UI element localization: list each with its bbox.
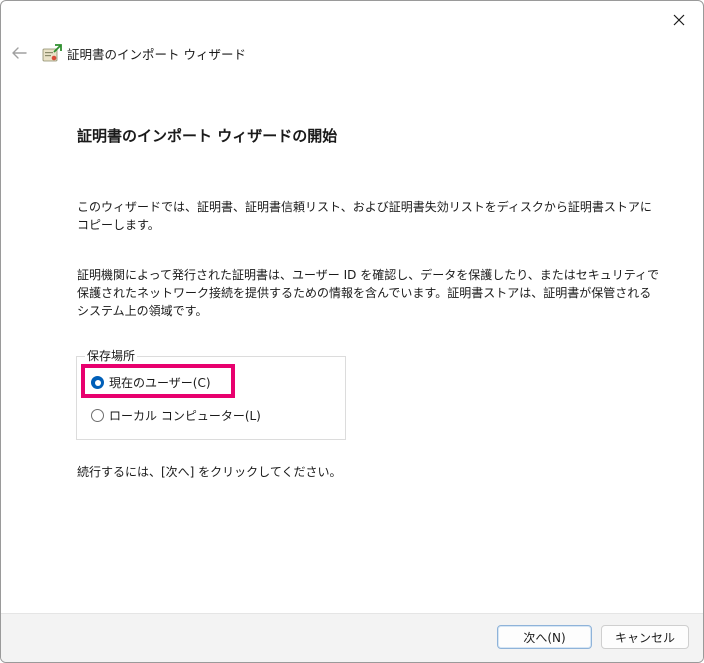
next-button[interactable]: 次へ(N) — [497, 625, 592, 649]
close-icon — [673, 14, 685, 26]
description-text: 証明機関によって発行された証明書は、ユーザー ID を確認し、データを保護したり… — [77, 268, 660, 318]
radio-checked-icon[interactable] — [91, 376, 104, 389]
radio-local-computer-label: ローカル コンピューター(L) — [109, 409, 261, 423]
intro-text: このウィザードでは、証明書、証明書信頼リスト、および証明書失効リストをディスクか… — [77, 200, 652, 232]
title-bar: 証明書のインポート ウィザード — [1, 39, 703, 67]
back-button[interactable] — [7, 41, 31, 65]
store-location-label: 保存場所 — [85, 349, 138, 363]
store-location-group: 保存場所 現在のユーザー(C) ローカル コンピューター(L) — [76, 349, 346, 440]
radio-unchecked-icon[interactable] — [91, 409, 104, 422]
cancel-button[interactable]: キャンセル — [601, 625, 689, 649]
certificate-wizard-icon — [42, 44, 62, 62]
close-button[interactable] — [665, 9, 693, 31]
radio-current-user[interactable]: 現在のユーザー(C) — [91, 374, 211, 391]
back-arrow-icon — [12, 47, 27, 59]
continue-text: 続行するには、[次へ] をクリックしてください。 — [77, 465, 342, 479]
footer-bar: 次へ(N) キャンセル — [1, 613, 703, 662]
wizard-window: 証明書のインポート ウィザード 証明書のインポート ウィザードの開始 このウィザ… — [0, 0, 704, 663]
page-title: 証明書のインポート ウィザードの開始 — [77, 127, 338, 145]
radio-current-user-label: 現在のユーザー(C) — [109, 376, 211, 390]
window-title: 証明書のインポート ウィザード — [67, 46, 246, 62]
radio-local-computer[interactable]: ローカル コンピューター(L) — [91, 407, 261, 424]
